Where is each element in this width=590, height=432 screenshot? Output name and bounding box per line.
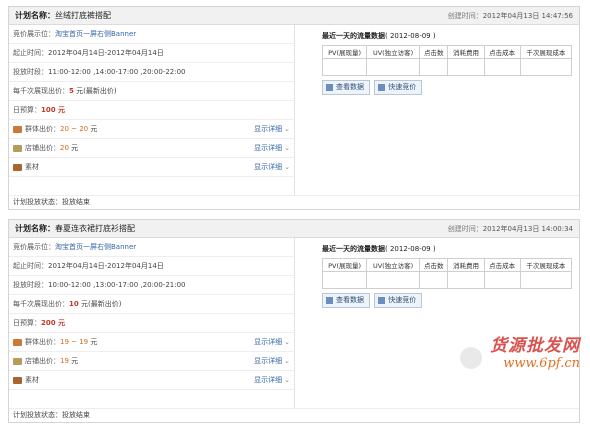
watermark-url: www.6pf.cn bbox=[503, 356, 580, 371]
table-cell bbox=[321, 58, 368, 76]
flow-table: PV(展现量) UV(独立访客) 点击数 消耗费用 点击成本 千次展现成本 bbox=[321, 45, 573, 76]
group-price-row: 群体出价：19 ~ 19 元显示详细 ⌄ bbox=[9, 333, 294, 352]
show-detail-link[interactable]: 显示详细 ⌄ bbox=[254, 352, 290, 370]
plan-status: 计划投放状态：投放结束 bbox=[9, 408, 579, 422]
table-header: 点击成本 bbox=[483, 45, 521, 59]
chart-icon bbox=[326, 83, 333, 91]
table-cell bbox=[483, 58, 521, 76]
position-row: 竞价展示位：淘宝首页一屏右侧Banner bbox=[9, 25, 294, 44]
material-row: 素材 显示详细 ⌄ bbox=[9, 371, 294, 390]
group-icon bbox=[13, 338, 22, 346]
chevron-down-icon: ⌄ bbox=[284, 338, 290, 346]
plan-card: 计划名称：春夏连衣裙打底衫搭配 创建时间：2012年04月13日 14:00:3… bbox=[8, 219, 580, 423]
table-cell bbox=[519, 58, 573, 76]
created-time: 创建时间：2012年04月13日 14:00:34 bbox=[447, 225, 573, 233]
flow-panel: 最近一天的流量数据( 2012-08-09 ) PV(展现量) UV(独立访客)… bbox=[321, 238, 577, 309]
plan-status: 计划投放状态：投放结束 bbox=[9, 195, 579, 209]
period-row: 起止时间：2012年04月14日-2012年04月14日 bbox=[9, 257, 294, 276]
budget-row: 日预算：100 元 bbox=[9, 101, 294, 120]
quick-bid-button[interactable]: 快速竞价 bbox=[374, 80, 423, 95]
show-detail-link[interactable]: 显示详细 ⌄ bbox=[254, 371, 290, 389]
cpm-row: 每千次展现出价：10 元(最新出价) bbox=[9, 295, 294, 314]
plan-card: 计划名称：丝绒打底裤搭配 创建时间：2012年04月13日 14:47:56 竞… bbox=[8, 6, 580, 210]
table-cell bbox=[418, 58, 449, 76]
cpm-row: 每千次展现出价：5 元(最新出价) bbox=[9, 82, 294, 101]
shop-price-row: 店铺出价：20 元显示详细 ⌄ bbox=[9, 139, 294, 158]
group-price-row: 群体出价：20 ~ 20 元显示详细 ⌄ bbox=[9, 120, 294, 139]
shop-price-row: 店铺出价：19 元显示详细 ⌄ bbox=[9, 352, 294, 371]
bid-icon bbox=[378, 83, 386, 91]
flow-table: PV(展现量) UV(独立访客) 点击数 消耗费用 点击成本 千次展现成本 bbox=[321, 258, 573, 289]
plan-name: 春夏连衣裙打底衫搭配 bbox=[55, 224, 135, 233]
watermark-title: 货源批发网 bbox=[490, 336, 580, 356]
position-row: 竞价展示位：淘宝首页一屏右侧Banner bbox=[9, 238, 294, 257]
position-link[interactable]: 淘宝首页一屏右侧Banner bbox=[55, 243, 136, 251]
flow-title: 最近一天的流量数据( 2012-08-09 ) bbox=[322, 245, 436, 253]
table-header: UV(独立访客) bbox=[366, 45, 420, 59]
table-cell bbox=[519, 271, 573, 289]
plan-title: 计划名称：春夏连衣裙打底衫搭配 bbox=[15, 224, 135, 233]
view-data-button[interactable]: 查看数据 bbox=[322, 293, 370, 308]
table-cell bbox=[447, 58, 485, 76]
table-cell bbox=[483, 271, 521, 289]
bid-icon bbox=[378, 296, 386, 304]
table-cell bbox=[447, 271, 485, 289]
table-header: 消耗费用 bbox=[447, 258, 485, 272]
period-row: 起止时间：2012年04月14日-2012年04月14日 bbox=[9, 44, 294, 63]
table-header: 点击成本 bbox=[483, 258, 521, 272]
table-cell bbox=[366, 58, 420, 76]
chevron-down-icon: ⌄ bbox=[284, 376, 290, 384]
plan-header: 计划名称：春夏连衣裙打底衫搭配 创建时间：2012年04月13日 14:00:3… bbox=[9, 220, 579, 238]
material-icon bbox=[13, 163, 22, 171]
view-data-button[interactable]: 查看数据 bbox=[322, 80, 370, 95]
show-detail-link[interactable]: 显示详细 ⌄ bbox=[254, 158, 290, 176]
quick-bid-button[interactable]: 快速竞价 bbox=[374, 293, 423, 308]
table-cell bbox=[418, 271, 449, 289]
created-time: 创建时间：2012年04月13日 14:47:56 bbox=[447, 12, 573, 20]
material-icon bbox=[13, 376, 22, 384]
table-cell bbox=[321, 271, 368, 289]
watermark: 货源批发网 www.6pf.cn bbox=[460, 331, 580, 371]
table-header: 消耗费用 bbox=[447, 45, 485, 59]
plan-header: 计划名称：丝绒打底裤搭配 创建时间：2012年04月13日 14:47:56 bbox=[9, 7, 579, 25]
chart-icon bbox=[326, 296, 333, 304]
table-header: 千次展现成本 bbox=[519, 258, 573, 272]
timeslot-row: 投放时段：11:00-12:00 ,14:00-17:00 ,20:00-22:… bbox=[9, 63, 294, 82]
table-header: UV(独立访客) bbox=[366, 258, 420, 272]
position-link[interactable]: 淘宝首页一屏右侧Banner bbox=[55, 30, 136, 38]
chevron-down-icon: ⌄ bbox=[284, 144, 290, 152]
table-header: 千次展现成本 bbox=[519, 45, 573, 59]
material-row: 素材 显示详细 ⌄ bbox=[9, 158, 294, 177]
table-header: PV(展现量) bbox=[321, 45, 368, 59]
plan-name: 丝绒打底裤搭配 bbox=[55, 11, 111, 20]
flow-panel: 最近一天的流量数据( 2012-08-09 ) PV(展现量) UV(独立访客)… bbox=[321, 25, 577, 96]
table-header: 点击数 bbox=[418, 258, 449, 272]
timeslot-row: 投放时段：10:00-12:00 ,13:00-17:00 ,20:00-21:… bbox=[9, 276, 294, 295]
flow-title: 最近一天的流量数据( 2012-08-09 ) bbox=[322, 32, 436, 40]
chevron-down-icon: ⌄ bbox=[284, 125, 290, 133]
table-header: 点击数 bbox=[418, 45, 449, 59]
watermark-logo-icon bbox=[460, 347, 482, 369]
show-detail-link[interactable]: 显示详细 ⌄ bbox=[254, 139, 290, 157]
group-icon bbox=[13, 125, 22, 133]
table-cell bbox=[366, 271, 420, 289]
show-detail-link[interactable]: 显示详细 ⌄ bbox=[254, 120, 290, 138]
budget-row: 日预算：200 元 bbox=[9, 314, 294, 333]
plan-title: 计划名称：丝绒打底裤搭配 bbox=[15, 11, 111, 20]
table-header: PV(展现量) bbox=[321, 258, 368, 272]
shop-icon bbox=[13, 357, 22, 365]
chevron-down-icon: ⌄ bbox=[284, 163, 290, 171]
chevron-down-icon: ⌄ bbox=[284, 357, 290, 365]
show-detail-link[interactable]: 显示详细 ⌄ bbox=[254, 333, 290, 351]
shop-icon bbox=[13, 144, 22, 152]
